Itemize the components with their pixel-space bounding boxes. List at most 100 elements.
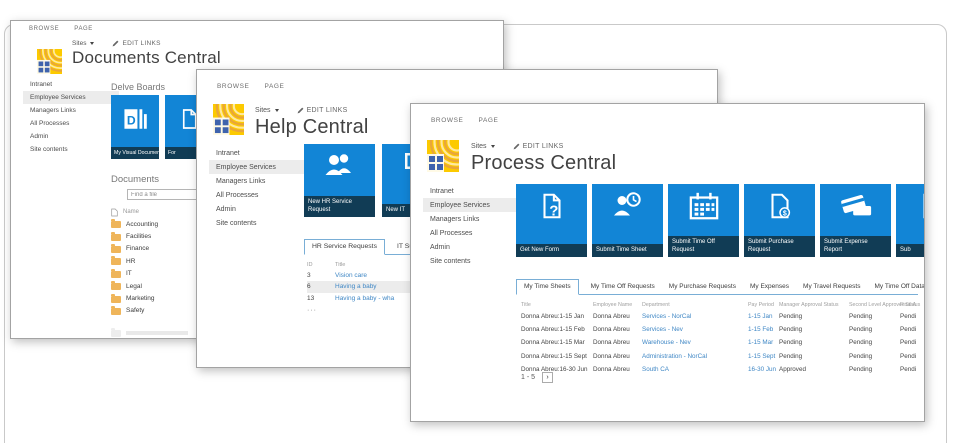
tile-label: My Visual Documents xyxy=(111,147,159,159)
sidebar-item-admin[interactable]: Admin xyxy=(209,202,309,216)
chevron-down-icon xyxy=(274,109,279,112)
calendar-icon xyxy=(668,191,739,221)
left-navigation: Intranet Employee Services Managers Link… xyxy=(423,184,523,268)
table-row[interactable]: Donna Abreu:1-15 Mar Donna Abreu Warehous… xyxy=(521,336,921,349)
id-column-header: ID xyxy=(307,262,313,268)
ribbon-tab-browse[interactable]: BROWSE xyxy=(431,117,464,124)
sidebar-item-all-processes[interactable]: All Processes xyxy=(209,188,309,202)
sidebar-item-managers-links[interactable]: Managers Links xyxy=(209,174,309,188)
tile-submit-time-sheet[interactable]: Submit Time Sheet xyxy=(592,184,663,257)
form-question-icon: ? xyxy=(516,191,587,221)
folder-row-it[interactable]: IT xyxy=(111,268,205,280)
sidebar-item-site-contents[interactable]: Site contents xyxy=(23,143,119,156)
sites-breadcrumb[interactable]: Sites xyxy=(255,107,279,114)
sidebar-item-employee-services[interactable]: Employee Services xyxy=(23,91,119,104)
sidebar-item-intranet[interactable]: Intranet xyxy=(423,184,523,198)
tile-submit-expense-report[interactable]: Submit Expense Report xyxy=(820,184,891,257)
ribbon-tab-browse[interactable]: BROWSE xyxy=(217,83,250,90)
ribbon-bar: BROWSE PAGE xyxy=(217,83,284,90)
tab-hr-service-requests[interactable]: HR Service Requests xyxy=(304,239,385,255)
department-link: Warehouse - Nev xyxy=(642,339,691,347)
tile-label: Get New Form xyxy=(516,244,587,257)
table-row[interactable]: Donna Abreu:1-15 Jan Donna Abreu Services… xyxy=(521,310,921,323)
chevron-down-icon xyxy=(90,42,95,45)
table-row[interactable]: Donna Abreu:1-15 Sept Donna Abreu Adminis… xyxy=(521,350,921,363)
table-row[interactable]: Donna Abreu:1-15 Feb Donna Abreu Services… xyxy=(521,323,921,336)
sidebar-item-employee-services[interactable]: Employee Services xyxy=(423,198,523,212)
department-link: Services - NorCal xyxy=(642,313,692,321)
folder-row-marketing[interactable]: Marketing xyxy=(111,292,205,304)
tab-my-travel-requests[interactable]: My Travel Requests xyxy=(801,280,862,294)
time-sheets-table: Title Employee Name Department Pay Perio… xyxy=(521,299,921,376)
sidebar-item-managers-links[interactable]: Managers Links xyxy=(23,104,119,117)
folder-icon xyxy=(111,305,121,315)
tile-new-hr-service-request[interactable]: New HR Service Request xyxy=(304,144,375,217)
tile-label: New HR Service Request xyxy=(304,196,375,217)
next-page-button[interactable]: › xyxy=(542,372,554,383)
folder-row-accounting[interactable]: Accounting xyxy=(111,218,205,230)
edit-links-button[interactable]: EDIT LINKS xyxy=(513,143,564,150)
folder-row-safety[interactable]: Safety xyxy=(111,305,205,317)
edit-links-button[interactable]: EDIT LINKS xyxy=(112,40,160,47)
person-clock-icon xyxy=(592,191,663,219)
sidebar-item-managers-links[interactable]: Managers Links xyxy=(423,212,523,226)
folder-row-legal[interactable]: Legal xyxy=(111,280,205,292)
sidebar-item-all-processes[interactable]: All Processes xyxy=(423,226,523,240)
pay-period-link: 1-15 Feb xyxy=(748,326,774,334)
site-logo-icon xyxy=(37,49,62,74)
page-title: Help Central xyxy=(255,116,369,138)
department-link: Services - Nev xyxy=(642,326,683,334)
find-a-file-input[interactable] xyxy=(127,189,197,200)
tab-my-time-sheets[interactable]: My Time Sheets xyxy=(516,279,579,295)
pencil-icon xyxy=(297,107,303,114)
sidebar-item-intranet[interactable]: Intranet xyxy=(23,78,119,91)
sites-breadcrumb[interactable]: Sites xyxy=(72,40,95,47)
ribbon-tab-browse[interactable]: BROWSE xyxy=(29,26,59,32)
svg-text:$: $ xyxy=(782,210,786,217)
sidebar-item-all-processes[interactable]: All Processes xyxy=(23,117,119,130)
site-logo-icon xyxy=(213,104,244,135)
tile-submit-time-off-request[interactable]: Submit Time Off Request xyxy=(668,184,739,257)
ribbon-tab-page[interactable]: PAGE xyxy=(74,26,93,32)
folder-icon xyxy=(111,231,121,241)
document-icon xyxy=(896,191,924,221)
ribbon-tab-page[interactable]: PAGE xyxy=(265,83,285,90)
table-row[interactable]: Donna Abreu:16-30 Jun Donna Abreu South C… xyxy=(521,363,921,376)
edit-links-button[interactable]: EDIT LINKS xyxy=(297,107,348,114)
tab-my-expenses[interactable]: My Expenses xyxy=(748,280,791,294)
sites-breadcrumb[interactable]: Sites xyxy=(471,143,495,150)
page-range-label: 1 - 5 xyxy=(521,374,536,381)
process-central-window: BROWSE PAGE Sites EDIT LINKS Process Cen… xyxy=(410,103,925,422)
left-navigation: Intranet Employee Services Managers Link… xyxy=(209,146,309,230)
page-title: Documents Central xyxy=(72,48,221,67)
tab-my-purchase-requests[interactable]: My Purchase Requests xyxy=(667,280,738,294)
sidebar-item-intranet[interactable]: Intranet xyxy=(209,146,309,160)
tile-get-new-form[interactable]: ? Get New Form xyxy=(516,184,587,257)
sidebar-item-site-contents[interactable]: Site contents xyxy=(423,254,523,268)
tab-my-time-off-data[interactable]: My Time Off Data xyxy=(872,280,924,294)
department-link: South CA xyxy=(642,365,669,373)
folder-row-finance[interactable]: Finance xyxy=(111,243,205,255)
tile-clipped[interactable]: Sub xyxy=(896,184,924,257)
file-type-icon xyxy=(111,208,118,216)
svg-text:D: D xyxy=(127,114,136,128)
ribbon-tab-page[interactable]: PAGE xyxy=(479,117,499,124)
pay-period-link: 1-15 Jan xyxy=(748,313,773,321)
pay-period-link: 1-15 Mar xyxy=(748,339,774,347)
folder-row-facilities[interactable]: Facilities xyxy=(111,230,205,242)
tab-my-time-off-requests[interactable]: My Time Off Requests xyxy=(589,280,657,294)
tile-my-visual-documents[interactable]: D My Visual Documents xyxy=(111,95,159,159)
clipped-list-row xyxy=(111,328,188,337)
page-title: Process Central xyxy=(471,152,617,174)
folder-row-hr[interactable]: HR xyxy=(111,255,205,267)
delve-icon: D xyxy=(111,104,159,134)
documents-heading: Documents xyxy=(111,174,160,185)
sidebar-item-site-contents[interactable]: Site contents xyxy=(209,216,309,230)
table-header-row: Title Employee Name Department Pay Perio… xyxy=(521,301,921,308)
sidebar-item-employee-services[interactable]: Employee Services xyxy=(209,160,309,174)
sidebar-item-admin[interactable]: Admin xyxy=(423,240,523,254)
sidebar-item-admin[interactable]: Admin xyxy=(23,130,119,143)
tile-submit-purchase-request[interactable]: $ Submit Purchase Request xyxy=(744,184,815,257)
credit-cards-icon xyxy=(820,191,891,219)
pencil-icon xyxy=(113,40,119,47)
